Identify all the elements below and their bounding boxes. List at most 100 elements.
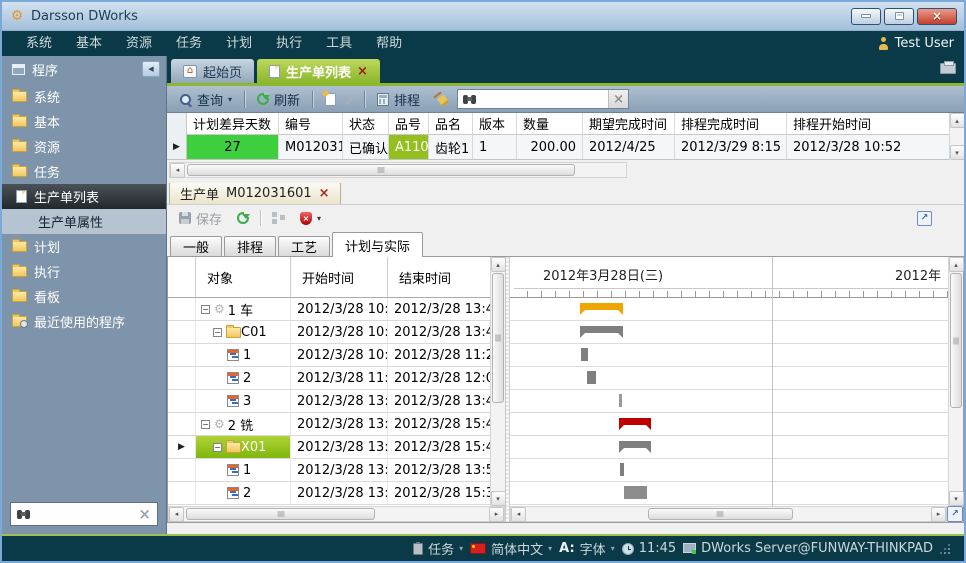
user-box[interactable]: Test User: [878, 36, 954, 51]
gantt-bar-task[interactable]: [581, 348, 588, 361]
tree-column-header[interactable]: 结束时间: [388, 257, 490, 297]
tree-expander-icon[interactable]: −: [213, 443, 222, 452]
column-header[interactable]: 品名: [429, 113, 473, 135]
validate-dropdown-icon[interactable]: ▾: [317, 214, 321, 223]
column-header[interactable]: 品号: [389, 113, 429, 135]
sidebar-item-5[interactable]: 生产单属性: [2, 209, 166, 234]
scroll-down-button[interactable]: ▾: [950, 145, 965, 160]
object-cell[interactable]: 3: [196, 390, 291, 412]
subtab-1[interactable]: 排程: [224, 236, 276, 256]
sidebar-item-0[interactable]: 系统: [2, 84, 166, 109]
minimize-button[interactable]: [851, 8, 881, 25]
tree-row-4[interactable]: 32012/3/28 13:302012/3/28 13:40: [168, 390, 490, 413]
tree-row-8[interactable]: 22012/3/28 13:502012/3/28 15:30: [168, 482, 490, 505]
scrollbar-thumb[interactable]: [492, 273, 504, 403]
column-header[interactable]: 状态: [343, 113, 389, 135]
column-header[interactable]: 排程开始时间: [787, 113, 949, 135]
scroll-left-button[interactable]: ◂: [169, 507, 184, 522]
object-cell[interactable]: −C01: [196, 321, 291, 343]
sidebar-collapse-button[interactable]: ◀: [142, 61, 160, 77]
printer-icon[interactable]: [940, 63, 956, 74]
orders-grid-row[interactable]: ▶ 27M012031601已确认A11001齿轮11200.002012/4/…: [167, 135, 949, 159]
flow-button[interactable]: [268, 210, 289, 226]
column-header[interactable]: 排程完成时间: [675, 113, 787, 135]
tree-row-5[interactable]: −⚙2 铣2012/3/28 13:302012/3/28 15:40: [168, 413, 490, 436]
scrollbar-thumb[interactable]: [187, 164, 575, 176]
scroll-right-button[interactable]: ▸: [489, 507, 504, 522]
subtab-2[interactable]: 工艺: [278, 236, 330, 256]
gantt-bar-summary[interactable]: [580, 326, 623, 333]
gantt-bar-task[interactable]: [624, 486, 647, 499]
tree-horizontal-scrollbar[interactable]: ◂ ▸: [168, 506, 505, 522]
scroll-down-button[interactable]: ▾: [949, 491, 964, 506]
search-clear-button[interactable]: ×: [608, 90, 628, 108]
orders-horizontal-scrollbar[interactable]: ◂: [169, 162, 627, 178]
sidebar-item-7[interactable]: 执行: [2, 259, 166, 284]
validate-button[interactable]: × ▾: [296, 210, 325, 227]
gantt-bar-summary[interactable]: [580, 303, 623, 310]
gantt-bar-task[interactable]: [620, 463, 624, 476]
toolbar-search-field[interactable]: ×: [457, 89, 629, 109]
column-header[interactable]: 期望完成时间: [583, 113, 675, 135]
gantt-popout-icon[interactable]: ↗: [947, 506, 963, 522]
menu-item-3[interactable]: 任务: [164, 31, 214, 56]
tree-column-header[interactable]: 对象: [196, 257, 291, 297]
save-button[interactable]: 保存: [175, 207, 226, 230]
orders-vertical-scrollbar[interactable]: ▴ ▾: [949, 113, 964, 160]
sidebar-item-6[interactable]: 计划: [2, 234, 166, 259]
sidebar-search-clear-icon[interactable]: ×: [138, 507, 151, 522]
tab-home[interactable]: ⌂ 起始页: [171, 59, 254, 83]
menu-item-4[interactable]: 计划: [214, 31, 264, 56]
tree-row-0[interactable]: −⚙1 车2012/3/28 10:522012/3/28 13:40: [168, 298, 490, 321]
sidebar-search-box[interactable]: ×: [10, 502, 158, 526]
popout-window-icon[interactable]: ↗: [917, 211, 932, 226]
object-cell[interactable]: −⚙2 铣: [196, 413, 291, 435]
column-header[interactable]: 计划差异天数: [187, 113, 279, 135]
scroll-up-button[interactable]: ▴: [949, 257, 964, 272]
query-button[interactable]: 查询 ▾: [175, 88, 236, 111]
gantt-bar-summary[interactable]: [619, 441, 651, 448]
gantt-bar-task[interactable]: [619, 394, 622, 407]
scroll-down-button[interactable]: ▾: [491, 491, 506, 506]
status-task-menu[interactable]: 任务 ▾: [413, 539, 463, 558]
tab-production-order-list[interactable]: 生产单列表 ×: [257, 59, 380, 83]
gantt-horizontal-scrollbar[interactable]: ◂ ▸: [510, 506, 947, 522]
sidebar-item-1[interactable]: 基本: [2, 109, 166, 134]
tree-expander-icon[interactable]: −: [201, 305, 210, 314]
menu-item-0[interactable]: 系统: [14, 31, 64, 56]
record-tab[interactable]: 生产单 M012031601 ×: [169, 182, 341, 204]
subtab-0[interactable]: 一般: [170, 236, 222, 256]
object-cell[interactable]: 1: [196, 344, 291, 366]
gantt-bar-summary[interactable]: [619, 418, 651, 425]
sidebar-item-8[interactable]: 看板: [2, 284, 166, 309]
tree-row-1[interactable]: −C012012/3/28 10:522012/3/28 13:40: [168, 321, 490, 344]
scroll-right-button[interactable]: ▸: [931, 507, 946, 522]
scroll-left-button[interactable]: ◂: [511, 507, 526, 522]
new-button[interactable]: [321, 91, 340, 108]
clean-button[interactable]: [429, 90, 452, 108]
tree-expander-icon[interactable]: −: [213, 328, 222, 337]
column-header[interactable]: 编号: [279, 113, 343, 135]
sidebar-item-3[interactable]: 任务: [2, 159, 166, 184]
gantt-vertical-scrollbar[interactable]: ▴ ▾: [948, 257, 963, 506]
task-dropdown-icon[interactable]: ▾: [459, 544, 463, 553]
refresh-button[interactable]: 刷新: [253, 88, 304, 111]
object-cell[interactable]: 1: [196, 459, 291, 481]
scroll-left-button[interactable]: ◂: [170, 163, 185, 178]
tree-row-7[interactable]: 12012/3/28 13:302012/3/28 13:50: [168, 459, 490, 482]
tree-vertical-scrollbar[interactable]: ▴ ▾: [490, 257, 505, 506]
record-refresh-button[interactable]: [233, 210, 253, 226]
status-font-menu[interactable]: A: 字体 ▾: [559, 539, 615, 558]
status-language-menu[interactable]: 简体中文 ▾: [470, 539, 552, 558]
menu-item-1[interactable]: 基本: [64, 31, 114, 56]
font-dropdown-icon[interactable]: ▾: [611, 544, 615, 553]
column-header[interactable]: 版本: [473, 113, 517, 135]
object-cell[interactable]: 2: [196, 482, 291, 504]
edit-button[interactable]: [345, 91, 356, 108]
object-cell[interactable]: 2: [196, 367, 291, 389]
record-tab-close-icon[interactable]: ×: [319, 187, 330, 200]
sidebar-item-9[interactable]: 最近使用的程序: [2, 309, 166, 334]
tab-close-icon[interactable]: ×: [357, 65, 368, 78]
gantt-bar-task[interactable]: [587, 371, 596, 384]
toolbar-search-input[interactable]: [482, 92, 603, 107]
